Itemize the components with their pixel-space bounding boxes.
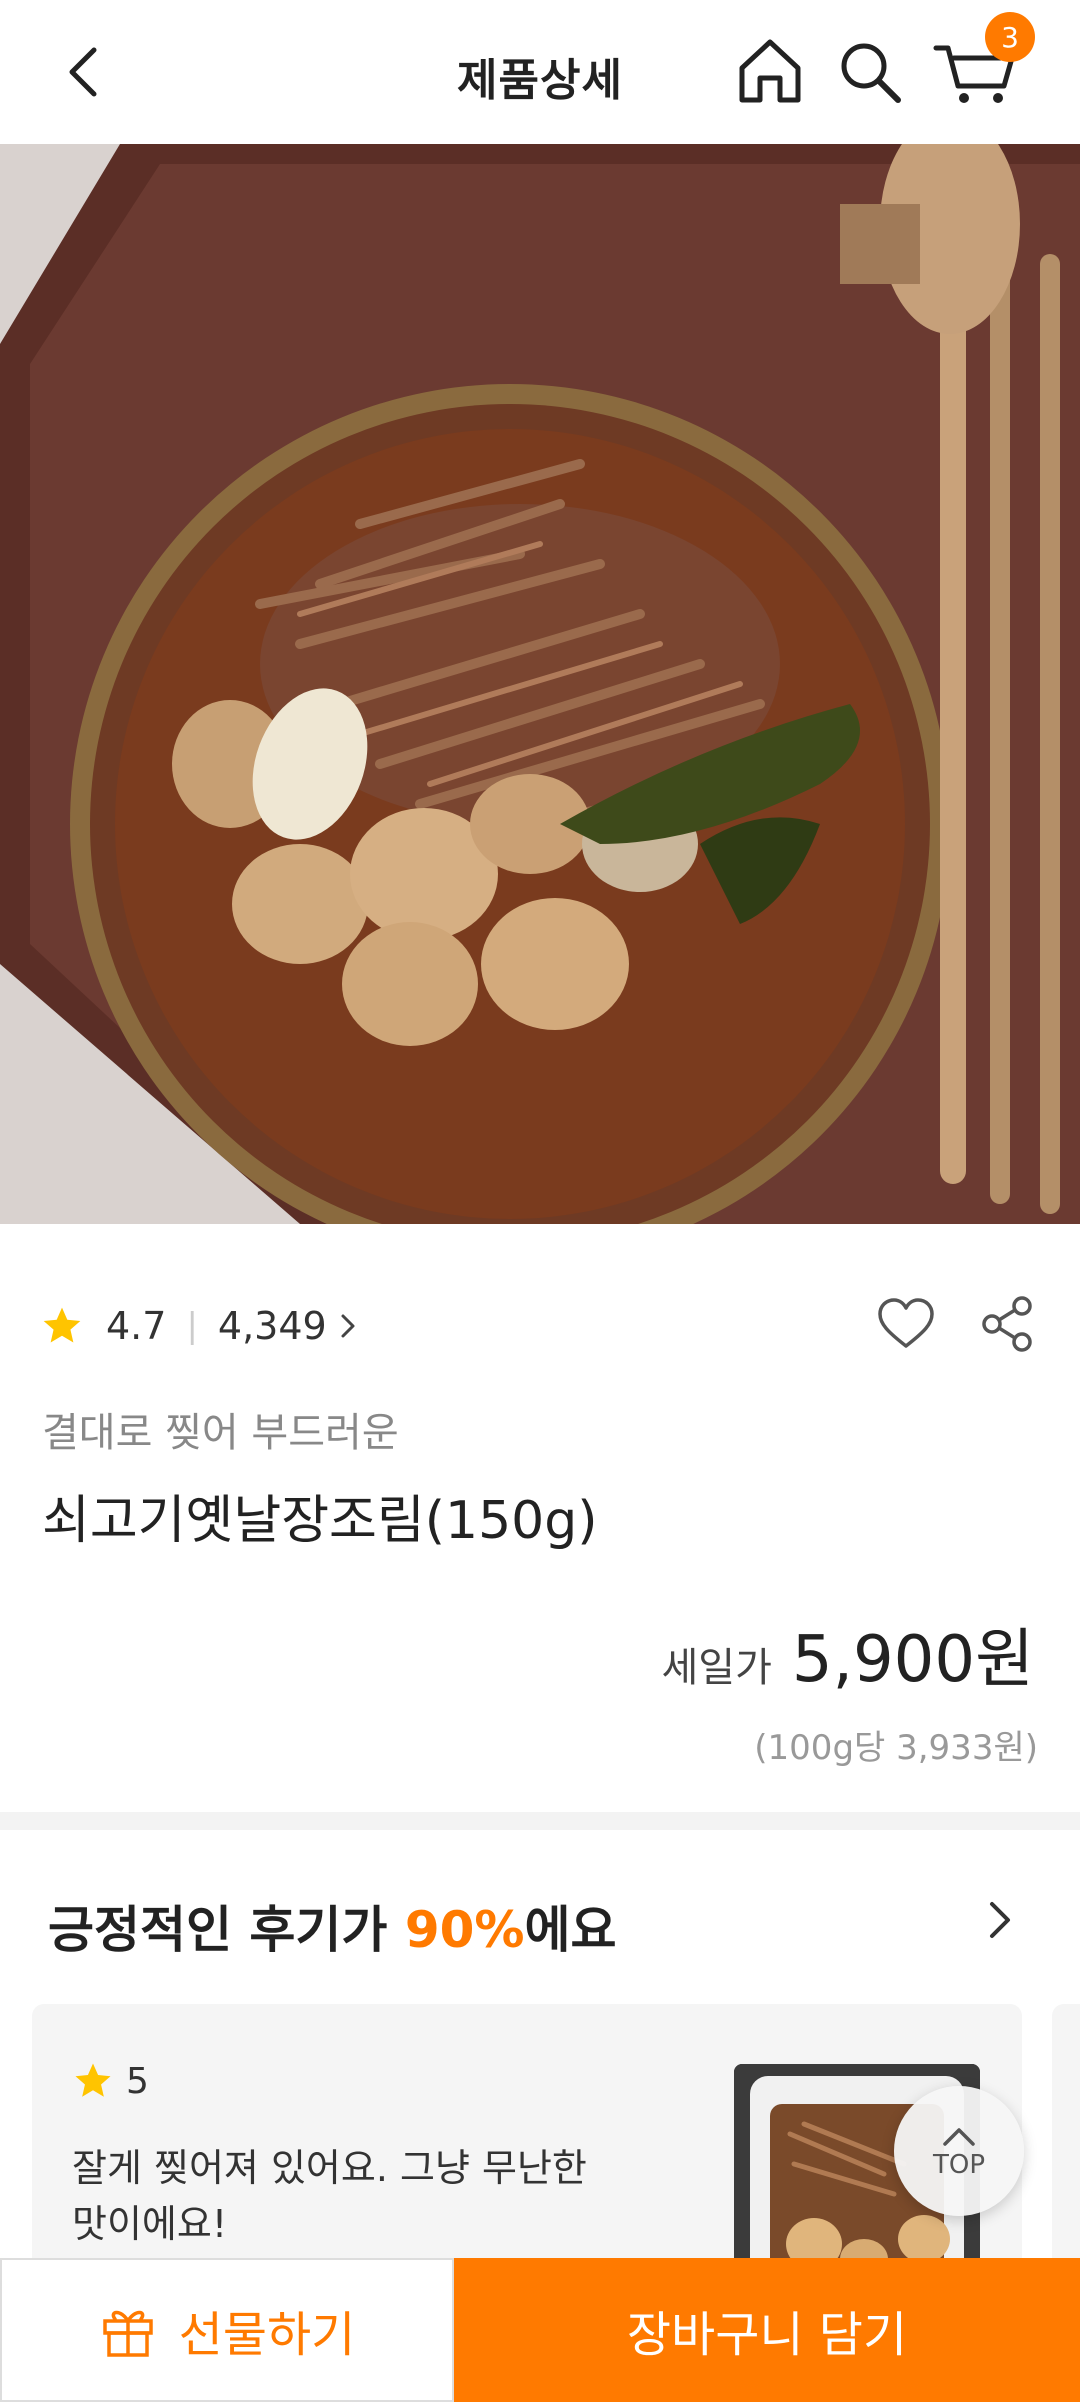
bottom-action-bar: 선물하기 장바구니 담기 — [0, 2258, 1080, 2402]
review-heading-suffix: 에요 — [524, 1901, 617, 1959]
share-icon — [982, 1296, 1032, 1352]
top-app-bar: 제품상세 3 — [0, 0, 1080, 144]
scroll-to-top-button[interactable]: TOP — [894, 2086, 1024, 2216]
home-button[interactable] — [730, 32, 810, 112]
review-summary-heading[interactable]: 긍정적인 후기가 90%에요 — [48, 1890, 617, 1962]
section-divider — [0, 1812, 1080, 1830]
chevron-right-icon — [341, 1314, 355, 1338]
product-image[interactable] — [0, 144, 1080, 1224]
review-text: 잘게 찢어져 있어요. 그냥 무난한 맛이에요! — [72, 2146, 587, 2246]
search-icon — [841, 43, 901, 103]
positive-review-percent: 90% — [404, 1901, 525, 1959]
rating-value: 4.7 — [106, 1304, 167, 1348]
add-to-cart-button[interactable]: 장바구니 담기 — [454, 2258, 1080, 2402]
cart-count-badge: 3 — [985, 12, 1035, 62]
review-count-link[interactable]: 4,349 — [218, 1304, 361, 1348]
price-label: 세일가 — [661, 1645, 772, 1691]
price-value: 5,900원 — [791, 1623, 1034, 1697]
home-icon — [739, 39, 801, 103]
product-name: 쇠고기옛날장조림(150g) — [42, 1491, 598, 1551]
chevron-right-icon — [990, 1902, 1010, 1938]
product-subtitle: 결대로 찢어 부드러운 — [42, 1410, 399, 1456]
gift-icon — [102, 2310, 153, 2357]
search-button[interactable] — [830, 32, 910, 112]
review-rating: 5 — [72, 2060, 149, 2102]
share-button[interactable] — [976, 1292, 1040, 1356]
chevron-up-icon — [943, 2128, 975, 2146]
review-more-button[interactable] — [970, 1890, 1030, 1950]
product-photo — [0, 144, 1080, 1224]
review-stars-value: 5 — [126, 2060, 149, 2102]
star-icon — [43, 1307, 81, 1343]
rating-divider: | — [186, 1306, 198, 1346]
top-button-label: TOP — [932, 2150, 986, 2180]
gift-button[interactable]: 선물하기 — [0, 2258, 454, 2402]
heart-icon — [878, 1298, 934, 1348]
page-title: 제품상세 — [457, 55, 623, 106]
wishlist-button[interactable] — [874, 1292, 938, 1356]
add-to-cart-label: 장바구니 담기 — [626, 2307, 908, 2363]
review-count: 4,349 — [217, 1304, 327, 1348]
gift-button-label: 선물하기 — [178, 2307, 356, 2363]
price-row: 세일가 5,900원 — [661, 1608, 1034, 1700]
star-icon — [75, 2063, 111, 2097]
review-heading-prefix: 긍정적인 후기가 — [48, 1901, 405, 1959]
rating-row: 4.7 | 4,349 — [40, 1296, 361, 1356]
unit-price: (100g당 3,933원) — [754, 1728, 1038, 1768]
